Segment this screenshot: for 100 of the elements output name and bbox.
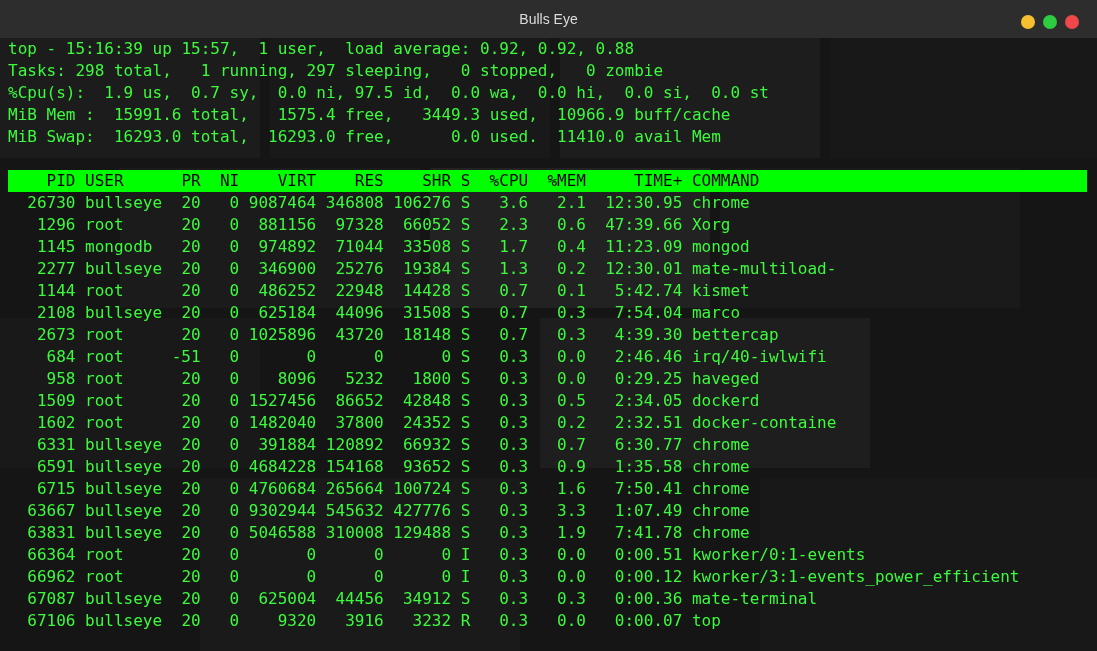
table-cell: 0.3 [499, 435, 529, 454]
table-cell: 1145 [36, 237, 76, 256]
table-cell: 20 [181, 325, 201, 344]
table-cell: 0.3 [499, 413, 529, 432]
table-cell: 154168 [325, 457, 384, 476]
table-cell: 0 [229, 523, 240, 542]
table-cell: root [85, 215, 124, 234]
table-cell: 0.1 [557, 281, 586, 300]
table-cell: root [85, 391, 124, 410]
table-cell: -51 [171, 347, 201, 366]
table-cell: 7:54.04 [614, 303, 683, 322]
table-cell: marco [691, 303, 741, 322]
table-cell: 1.9 [557, 523, 586, 542]
table-cell: 0 [374, 545, 384, 564]
table-cell: 42848 [402, 391, 452, 410]
table-cell: 33508 [402, 237, 452, 256]
table-cell: 43720 [335, 325, 384, 344]
table-cell: 0:00.07 [614, 611, 683, 630]
table-cell: S [460, 479, 471, 498]
table-cell: 0 [229, 457, 240, 476]
table-cell: 0.0 [557, 545, 586, 564]
table-cell: 486252 [258, 281, 317, 300]
table-cell: 958 [46, 369, 76, 388]
column-header: RES [354, 171, 384, 190]
table-cell: bullseye [85, 501, 163, 520]
table-cell: 0.3 [499, 501, 529, 520]
table-cell: root [85, 281, 124, 300]
table-cell: 0.6 [557, 215, 586, 234]
table-cell: 20 [181, 479, 201, 498]
table-cell: 0 [441, 545, 452, 564]
table-cell: 0 [229, 281, 240, 300]
table-cell: dockerd [691, 391, 760, 410]
table-cell: S [460, 259, 471, 278]
table-cell: bullseye [85, 589, 163, 608]
minimize-button[interactable] [1021, 15, 1035, 29]
table-cell: chrome [691, 479, 750, 498]
table-cell: 20 [181, 567, 201, 586]
table-cell: 1.6 [557, 479, 586, 498]
table-cell: 67106 [27, 611, 76, 630]
table-cell: 20 [181, 215, 201, 234]
table-cell: 20 [181, 303, 201, 322]
table-cell: 2:46.46 [614, 347, 683, 366]
table-cell: root [85, 567, 124, 586]
table-cell: 1296 [36, 215, 76, 234]
table-cell: 0.0 [557, 567, 586, 586]
maximize-button[interactable] [1043, 15, 1057, 29]
table-cell: 3232 [412, 611, 452, 630]
table-cell: 20 [181, 259, 201, 278]
table-cell: bullseye [85, 259, 163, 278]
table-cell: 0.7 [499, 325, 529, 344]
table-cell: 0.2 [557, 413, 586, 432]
table-cell: 265664 [325, 479, 384, 498]
table-cell: 25276 [335, 259, 384, 278]
table-cell: S [460, 347, 471, 366]
table-cell: 66932 [402, 435, 452, 454]
table-cell: 0 [229, 567, 240, 586]
table-cell: 0 [229, 237, 240, 256]
table-cell: 106276 [393, 193, 452, 212]
summary-line: top - 15:16:39 up 15:57, 1 user, load average: 0.92, 0.92, 0.88 [8, 38, 635, 60]
table-cell: 625184 [258, 303, 317, 322]
table-cell: 974892 [258, 237, 317, 256]
table-cell: 0.5 [557, 391, 586, 410]
table-cell: 2:32.51 [614, 413, 683, 432]
table-cell: S [460, 237, 471, 256]
table-cell: 9320 [277, 611, 317, 630]
table-cell: 20 [181, 523, 201, 542]
table-cell: 97328 [335, 215, 384, 234]
summary-line: Tasks: 298 total, 1 running, 297 sleeping, 0 stopped, 0 zombie [8, 60, 664, 82]
table-cell: mongod [691, 237, 750, 256]
table-cell: 67087 [27, 589, 76, 608]
table-cell: 20 [181, 413, 201, 432]
table-cell: root [85, 545, 124, 564]
table-cell: 0.3 [499, 611, 529, 630]
table-cell: I [460, 567, 471, 586]
close-button[interactable] [1065, 15, 1079, 29]
table-cell: 1144 [36, 281, 76, 300]
table-cell: 20 [181, 435, 201, 454]
column-header: VIRT [277, 171, 317, 190]
table-cell: 1:35.58 [614, 457, 683, 476]
summary-line: %Cpu(s): 1.9 us, 0.7 sy, 0.0 ni, 97.5 id, 0.0 wa, 0.0 hi, 0.0 si, 0.0 st [8, 82, 769, 104]
table-cell: chrome [691, 193, 750, 212]
table-cell: 1.3 [499, 259, 529, 278]
table-cell: 2673 [36, 325, 76, 344]
table-cell: 20 [181, 589, 201, 608]
table-cell: mate-multiload- [691, 259, 837, 278]
table-cell: 0 [229, 215, 240, 234]
table-cell: 37800 [335, 413, 384, 432]
window-title: Bulls Eye [519, 10, 578, 29]
table-cell: 19384 [402, 259, 452, 278]
table-cell: 0.3 [499, 391, 529, 410]
table-cell: 20 [181, 237, 201, 256]
table-cell: 8096 [277, 369, 317, 388]
table-cell: 0.3 [499, 347, 529, 366]
table-cell: 86652 [335, 391, 384, 410]
table-cell: 0.3 [499, 523, 529, 542]
table-cell: 34912 [402, 589, 452, 608]
table-cell: 4684228 [248, 457, 317, 476]
table-cell: mate-terminal [691, 589, 818, 608]
table-cell: 9087464 [248, 193, 317, 212]
table-cell: top [691, 611, 721, 630]
